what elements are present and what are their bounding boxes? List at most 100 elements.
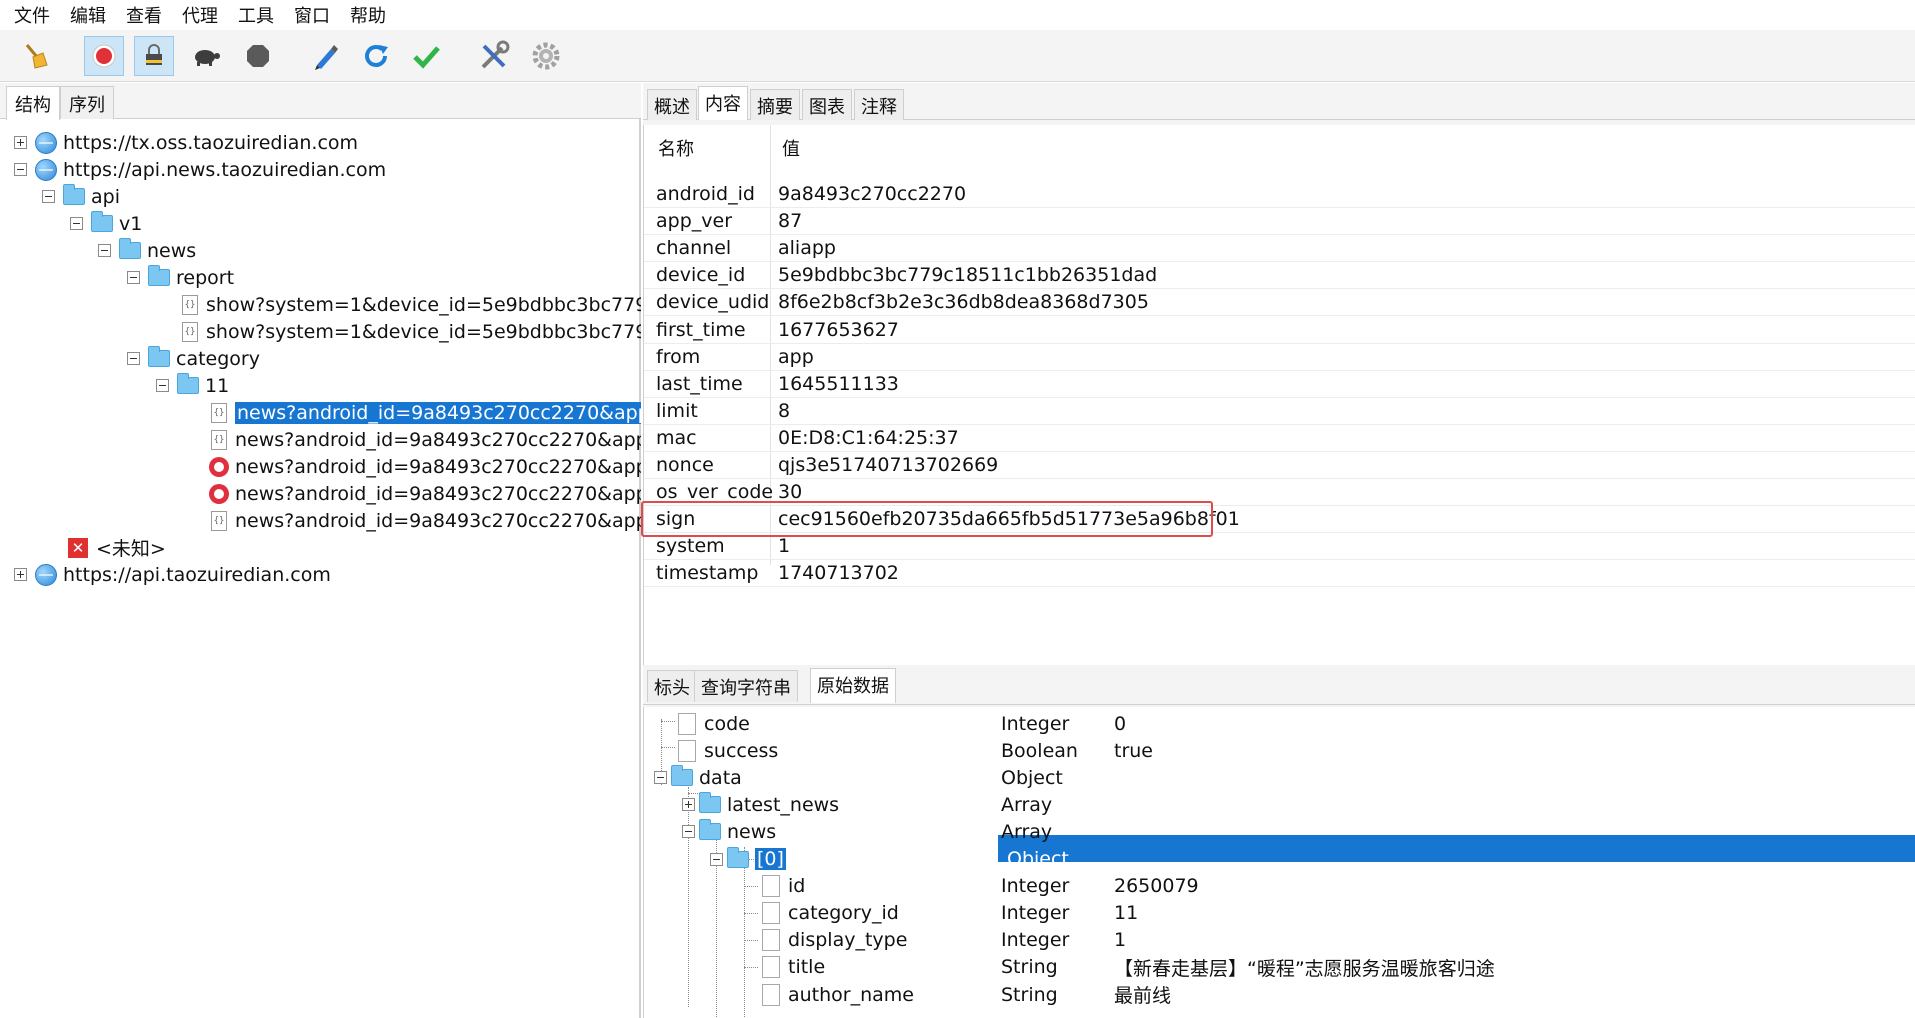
broom-icon [25,44,48,69]
json-node-row[interactable]: news Array [644,818,1915,845]
param-row[interactable]: from app [644,344,1915,371]
param-name: first_time [656,318,746,341]
json-node-row[interactable]: category_id Integer 11 [644,900,1915,927]
tab-structure[interactable]: 结构 [6,86,60,120]
tree-node-label: https://tx.oss.taozuiredian.com [63,131,359,154]
collapse-icon[interactable] [14,163,27,176]
expand-icon[interactable] [14,136,27,149]
menu-help[interactable]: 帮助 [350,2,386,28]
collapse-icon[interactable] [127,271,140,284]
record-button[interactable] [84,36,124,76]
json-node-row[interactable]: success Boolean true [644,737,1915,764]
edit-button[interactable] [306,36,346,76]
json-node-row[interactable]: data Object [644,764,1915,791]
tree-node-request-selected[interactable]: {} news?android_id=9a8493c270cc2270&app_… [211,399,641,426]
param-value: qjs3e51740713702669 [778,454,999,476]
json-file-icon: {} [182,294,198,315]
validate-button[interactable] [406,36,446,76]
collapse-icon[interactable] [127,352,140,365]
json-node-row[interactable]: id Integer 2650079 [644,873,1915,900]
menu-file[interactable]: 文件 [14,2,50,28]
tree-node-unknown[interactable]: ✕ <未知> [68,534,166,561]
tree-node-folder[interactable]: category [127,345,260,372]
menu-bar: 文件 编辑 查看 代理 工具 窗口 帮助 [0,0,1915,30]
tab-query-string[interactable]: 查询字符串 [694,670,798,702]
tree-node-request[interactable]: {} news?android_id=9a8493c270cc2270&app_… [211,426,641,453]
menu-window[interactable]: 窗口 [294,2,330,28]
turtle-icon [195,50,220,66]
param-row[interactable]: limit 8 [644,398,1915,425]
turtle-button[interactable] [186,36,226,76]
tab-chart[interactable]: 图表 [802,89,852,120]
collapse-icon[interactable] [42,190,55,203]
tree-node-request[interactable]: {} show?system=1&device_id=5e9bdbbc3bc77… [182,291,641,318]
throttle-button[interactable] [134,36,174,76]
tree-node-label: report [176,266,235,289]
json-node-name: display_type [788,929,908,952]
menu-edit[interactable]: 编辑 [70,2,106,28]
param-row[interactable]: timestamp 1740713702 [644,560,1915,588]
tree-node-folder[interactable]: news [98,237,196,264]
tab-headers[interactable]: 标头 [647,670,697,702]
clear-session-button[interactable] [16,36,56,76]
param-row[interactable]: sign cec91560efb20735da665fb5d51773e5a96b… [641,501,1915,538]
expand-icon[interactable] [682,798,695,812]
collapse-icon[interactable] [710,852,723,866]
param-value: app [778,345,814,368]
param-row[interactable]: device_id 5e9bdbbc3bc779c18511c1bb26351da… [644,262,1915,290]
param-row[interactable]: device_udid 8f6e2b8cf3b2e3c36db8dea8368d7… [644,289,1915,317]
tree-node-folder[interactable]: 11 [156,372,229,399]
tools-button[interactable] [474,36,514,76]
json-node-row[interactable]: [0] Object [644,846,1915,873]
tree-node-host[interactable]: https://api.taozuiredian.com [14,561,331,588]
tree-node-folder[interactable]: api [42,183,120,210]
stop-button[interactable] [238,36,278,76]
tree-node-request[interactable]: {} news?android_id=9a8493c270cc2270&app_… [211,507,641,534]
close-x-icon: ✕ [68,537,88,558]
json-node-row[interactable]: latest_news Array [644,791,1915,818]
param-row[interactable]: first_time 1677653627 [644,317,1915,344]
collapse-icon[interactable] [156,379,169,392]
param-value: 8f6e2b8cf3b2e3c36db8dea8368d7305 [778,291,1149,314]
tree-node-request[interactable]: {} show?system=1&device_id=5e9bdbbc3bc77… [182,318,641,345]
collapse-icon[interactable] [682,825,695,839]
tab-raw[interactable]: 原始数据 [810,668,896,703]
collapse-icon[interactable] [98,244,111,257]
json-tree: code Integer 0 success Boolean true data Object… [643,707,1915,1018]
json-file-icon: {} [211,429,227,450]
param-row[interactable]: last_time 1645511133 [644,371,1915,398]
collapse-icon[interactable] [654,771,667,785]
tab-contents[interactable]: 内容 [698,86,748,120]
json-node-row[interactable]: display_type Integer 1 [644,927,1915,954]
json-node-row[interactable]: code Integer 0 [644,710,1915,737]
param-row[interactable]: channel aliapp [644,235,1915,263]
param-row[interactable]: nonce qjs3e51740713702669 [644,452,1915,479]
json-node-type: Array [1001,820,1053,843]
tree-node-host[interactable]: https://api.news.taozuiredian.com [14,156,386,183]
param-row[interactable]: android_id 9a8493c270cc2270 [644,181,1915,208]
repeat-button[interactable] [356,36,396,76]
json-node-row[interactable]: author_name String 最前线 [644,981,1915,1008]
tree-node-folder[interactable]: report [127,264,234,291]
tab-overview[interactable]: 概述 [647,89,697,120]
param-row[interactable]: system 1 [644,533,1915,561]
tab-notes[interactable]: 注释 [854,89,904,120]
menu-view[interactable]: 查看 [126,2,162,28]
tree-node-request-blocked[interactable]: news?android_id=9a8493c270cc2270&app_v [209,453,641,480]
column-header-value[interactable]: 值 [782,135,800,171]
param-row[interactable]: mac 0E:D8:C1:64:25:37 [644,425,1915,452]
menu-tools[interactable]: 工具 [238,2,274,28]
collapse-icon[interactable] [70,217,83,230]
column-header-name[interactable]: 名称 [658,135,694,171]
expand-icon[interactable] [14,568,27,581]
tree-node-host[interactable]: https://tx.oss.taozuiredian.com [14,129,358,156]
menu-proxy[interactable]: 代理 [182,2,218,28]
tree-node-folder[interactable]: v1 [70,210,142,237]
tab-summary[interactable]: 摘要 [750,89,800,120]
param-row[interactable]: app_ver 87 [644,208,1915,236]
tab-sequence[interactable]: 序列 [60,86,114,119]
check-icon [413,46,440,69]
json-node-row[interactable]: title String 【新春走基层】“暖程”志愿服务温暖旅客归途 [644,954,1915,981]
tree-node-request-blocked[interactable]: news?android_id=9a8493c270cc2270&app_v [209,480,641,507]
settings-button[interactable] [526,36,566,76]
